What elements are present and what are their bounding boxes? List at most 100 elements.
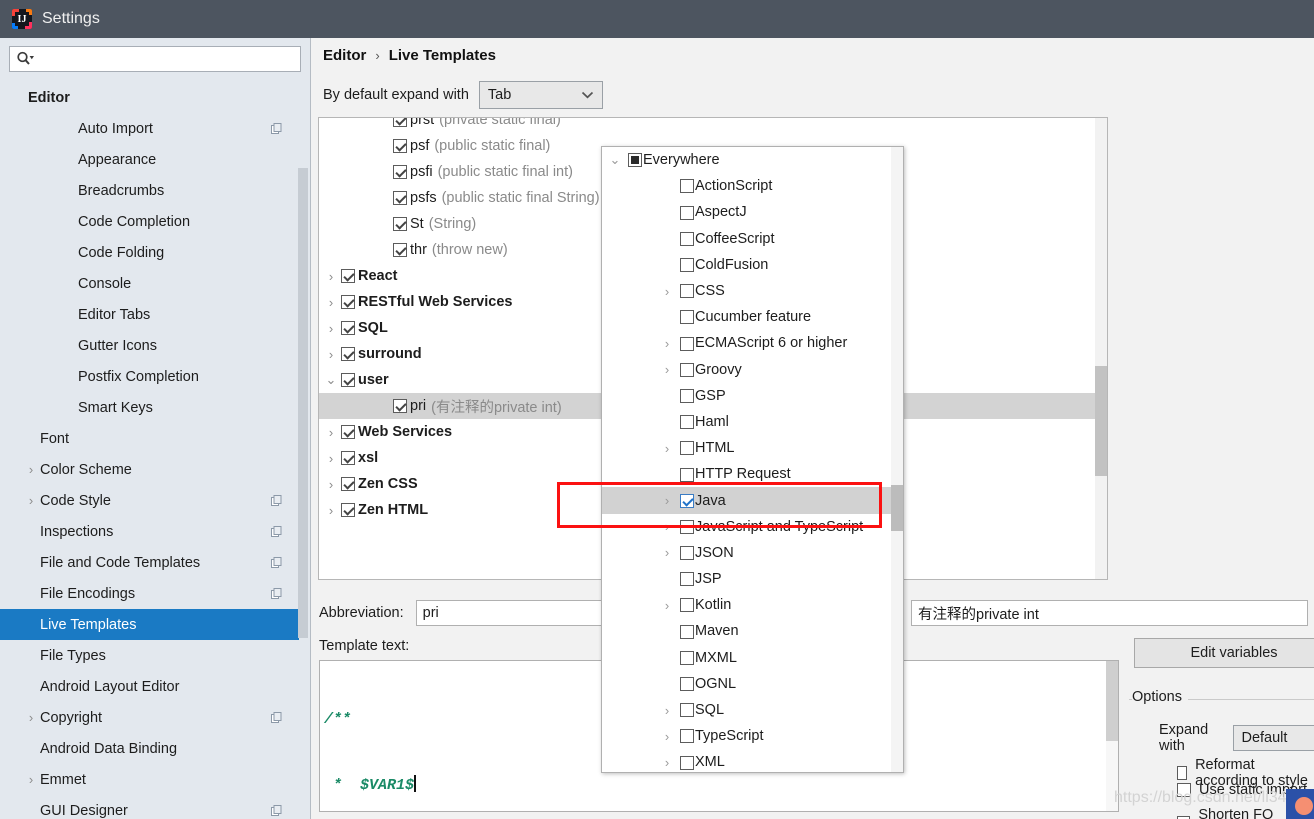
context-checkbox[interactable] xyxy=(680,754,694,770)
chevron-right-icon[interactable]: › xyxy=(22,462,40,477)
sidebar-item-smart-keys[interactable]: Smart Keys xyxy=(0,392,300,423)
context-checkbox[interactable] xyxy=(680,335,694,351)
expand-chevron-icon[interactable]: › xyxy=(321,347,341,362)
popup-scrollbar-track[interactable] xyxy=(891,147,903,772)
template-checkbox[interactable] xyxy=(341,372,356,388)
context-checkbox[interactable] xyxy=(680,414,694,430)
context-row-coldfusion[interactable]: ColdFusion xyxy=(602,252,903,278)
expand-chevron-icon[interactable]: › xyxy=(321,295,341,310)
context-checkbox[interactable] xyxy=(680,362,694,378)
sidebar-item-android-data-binding[interactable]: Android Data Binding xyxy=(0,733,300,764)
context-checkbox[interactable] xyxy=(680,283,694,299)
expand-chevron-icon[interactable]: › xyxy=(654,441,680,456)
sidebar-item-live-templates[interactable]: Live Templates xyxy=(0,609,300,640)
context-checkbox[interactable] xyxy=(680,388,694,404)
expand-chevron-icon[interactable]: › xyxy=(654,362,680,377)
settings-search-input[interactable] xyxy=(34,48,284,70)
sidebar-item-editor-root[interactable]: Editor xyxy=(0,82,300,113)
template-checkbox[interactable] xyxy=(393,138,408,154)
expand-chevron-icon[interactable]: › xyxy=(321,269,341,284)
template-checkbox[interactable] xyxy=(341,268,356,284)
expand-chevron-icon[interactable]: › xyxy=(654,598,680,613)
context-row-xml[interactable]: › XML xyxy=(602,749,903,772)
context-row-coffeescript[interactable]: CoffeeScript xyxy=(602,226,903,252)
sidebar-item-breadcrumbs[interactable]: Breadcrumbs xyxy=(0,175,300,206)
sidebar-item-inspections[interactable]: Inspections xyxy=(0,516,300,547)
template-text-scrollbar-thumb[interactable] xyxy=(1106,661,1118,741)
default-expand-dropdown[interactable]: Tab xyxy=(478,81,603,109)
sidebar-item-file-and-code-templates[interactable]: File and Code Templates xyxy=(0,547,300,578)
context-checkbox[interactable] xyxy=(680,545,694,561)
context-row-ecmascript-6-or-higher[interactable]: › ECMAScript 6 or higher xyxy=(602,330,903,356)
sidebar-item-color-scheme[interactable]: › Color Scheme xyxy=(0,454,300,485)
applicable-contexts-popup[interactable]: ⌄ Everywhere ActionScript AspectJ CoffeeScri… xyxy=(601,146,904,773)
templates-scrollbar-track[interactable] xyxy=(1095,118,1107,579)
template-checkbox[interactable] xyxy=(393,118,408,128)
context-row-cucumber-feature[interactable]: Cucumber feature xyxy=(602,304,903,330)
template-checkbox[interactable] xyxy=(341,294,356,310)
templates-scrollbar-thumb[interactable] xyxy=(1095,366,1107,476)
sidebar-item-emmet[interactable]: › Emmet xyxy=(0,764,300,795)
sidebar-item-console[interactable]: Console xyxy=(0,268,300,299)
sidebar-item-postfix-completion[interactable]: Postfix Completion xyxy=(0,361,300,392)
expand-chevron-icon[interactable]: › xyxy=(654,545,680,560)
context-row-css[interactable]: › CSS xyxy=(602,278,903,304)
template-checkbox[interactable] xyxy=(341,320,356,336)
expand-chevron-icon[interactable]: › xyxy=(654,284,680,299)
context-row-typescript[interactable]: › TypeScript xyxy=(602,723,903,749)
sidebar-item-code-folding[interactable]: Code Folding xyxy=(0,237,300,268)
expand-chevron-icon[interactable]: › xyxy=(321,477,341,492)
sidebar-item-code-style[interactable]: › Code Style xyxy=(0,485,300,516)
option-checkbox[interactable] xyxy=(1177,766,1188,780)
chevron-right-icon[interactable]: › xyxy=(22,772,40,787)
sidebar-item-auto-import[interactable]: Auto Import xyxy=(0,113,300,144)
expand-chevron-icon[interactable]: › xyxy=(321,425,341,440)
context-row-sql[interactable]: › SQL xyxy=(602,697,903,723)
sidebar-item-gutter-icons[interactable]: Gutter Icons xyxy=(0,330,300,361)
settings-search-box[interactable] xyxy=(9,46,301,72)
chevron-right-icon[interactable]: › xyxy=(22,493,40,508)
template-checkbox[interactable] xyxy=(393,216,408,232)
chevron-right-icon[interactable]: › xyxy=(22,710,40,725)
context-checkbox[interactable] xyxy=(628,152,642,168)
context-checkbox[interactable] xyxy=(680,466,694,482)
context-checkbox[interactable] xyxy=(680,571,694,587)
context-checkbox[interactable] xyxy=(680,650,694,666)
context-row-groovy[interactable]: › Groovy xyxy=(602,357,903,383)
sidebar-item-file-types[interactable]: File Types xyxy=(0,640,300,671)
sidebar-item-editor-tabs[interactable]: Editor Tabs xyxy=(0,299,300,330)
sidebar-item-appearance[interactable]: Appearance xyxy=(0,144,300,175)
context-row-maven[interactable]: Maven xyxy=(602,618,903,644)
template-checkbox[interactable] xyxy=(393,398,408,414)
context-row-ognl[interactable]: OGNL xyxy=(602,671,903,697)
context-row-kotlin[interactable]: › Kotlin xyxy=(602,592,903,618)
context-row-aspectj[interactable]: AspectJ xyxy=(602,199,903,225)
context-row-haml[interactable]: Haml xyxy=(602,409,903,435)
context-checkbox[interactable] xyxy=(680,231,694,247)
context-checkbox[interactable] xyxy=(680,676,694,692)
sidebar-item-copyright[interactable]: › Copyright xyxy=(0,702,300,733)
expand-chevron-icon[interactable]: › xyxy=(654,729,680,744)
context-checkbox[interactable] xyxy=(680,257,694,273)
context-row-actionscript[interactable]: ActionScript xyxy=(602,173,903,199)
sidebar-item-code-completion[interactable]: Code Completion xyxy=(0,206,300,237)
template-checkbox[interactable] xyxy=(341,476,356,492)
context-checkbox[interactable] xyxy=(680,440,694,456)
template-checkbox[interactable] xyxy=(341,450,356,466)
context-checkbox[interactable] xyxy=(680,728,694,744)
context-row-jsp[interactable]: JSP xyxy=(602,566,903,592)
template-checkbox[interactable] xyxy=(341,346,356,362)
edit-variables-button[interactable]: Edit variables xyxy=(1134,638,1314,668)
expand-chevron-icon[interactable]: › xyxy=(654,755,680,770)
template-checkbox[interactable] xyxy=(393,190,408,206)
template-checkbox[interactable] xyxy=(341,502,356,518)
expand-chevron-icon[interactable]: › xyxy=(321,321,341,336)
expand-chevron-icon[interactable]: › xyxy=(321,503,341,518)
expand-chevron-icon[interactable]: › xyxy=(654,703,680,718)
context-checkbox[interactable] xyxy=(680,178,694,194)
sidebar-item-font[interactable]: Font xyxy=(0,423,300,454)
context-checkbox[interactable] xyxy=(680,597,694,613)
context-checkbox[interactable] xyxy=(680,702,694,718)
description-input[interactable] xyxy=(911,600,1308,626)
popup-scrollbar-thumb[interactable] xyxy=(891,485,903,531)
